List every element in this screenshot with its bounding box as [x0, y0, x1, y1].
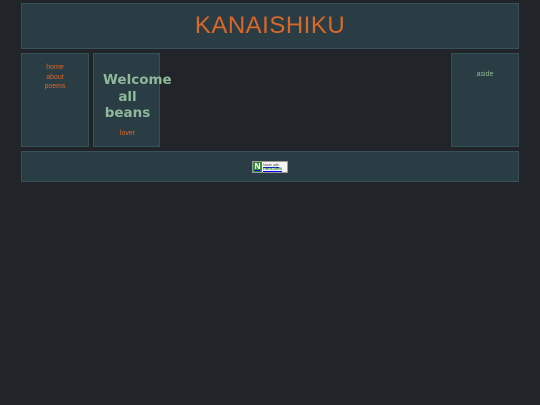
nav-link-about[interactable]: about	[22, 73, 88, 83]
badge-neocities: neocities	[263, 165, 283, 171]
neocities-logo-icon: N	[253, 161, 262, 172]
welcome-heading: Welcome all beans	[94, 72, 172, 122]
welcome-line: Welcome	[103, 72, 172, 88]
welcome-line: beans	[104, 105, 151, 121]
nav-link-poems[interactable]: poems	[22, 82, 88, 92]
neocities-badge[interactable]: N Made with neocities	[252, 160, 288, 173]
aside-label: aside	[476, 71, 494, 78]
nav-link-home[interactable]: home	[22, 63, 88, 73]
site-header: KANAISHIKU	[21, 3, 519, 49]
main-content: Welcome all beans lover	[93, 53, 172, 147]
site-footer: N Made with neocities	[21, 151, 519, 182]
nav-sidebar: home about poems	[21, 53, 89, 147]
lover-link[interactable]: lover	[94, 130, 161, 137]
aside-sidebar: aside	[451, 53, 519, 147]
welcome-line: all	[118, 88, 137, 105]
badge-text: Made with neocities	[262, 163, 287, 171]
site-title: KANAISHIKU	[194, 12, 346, 39]
